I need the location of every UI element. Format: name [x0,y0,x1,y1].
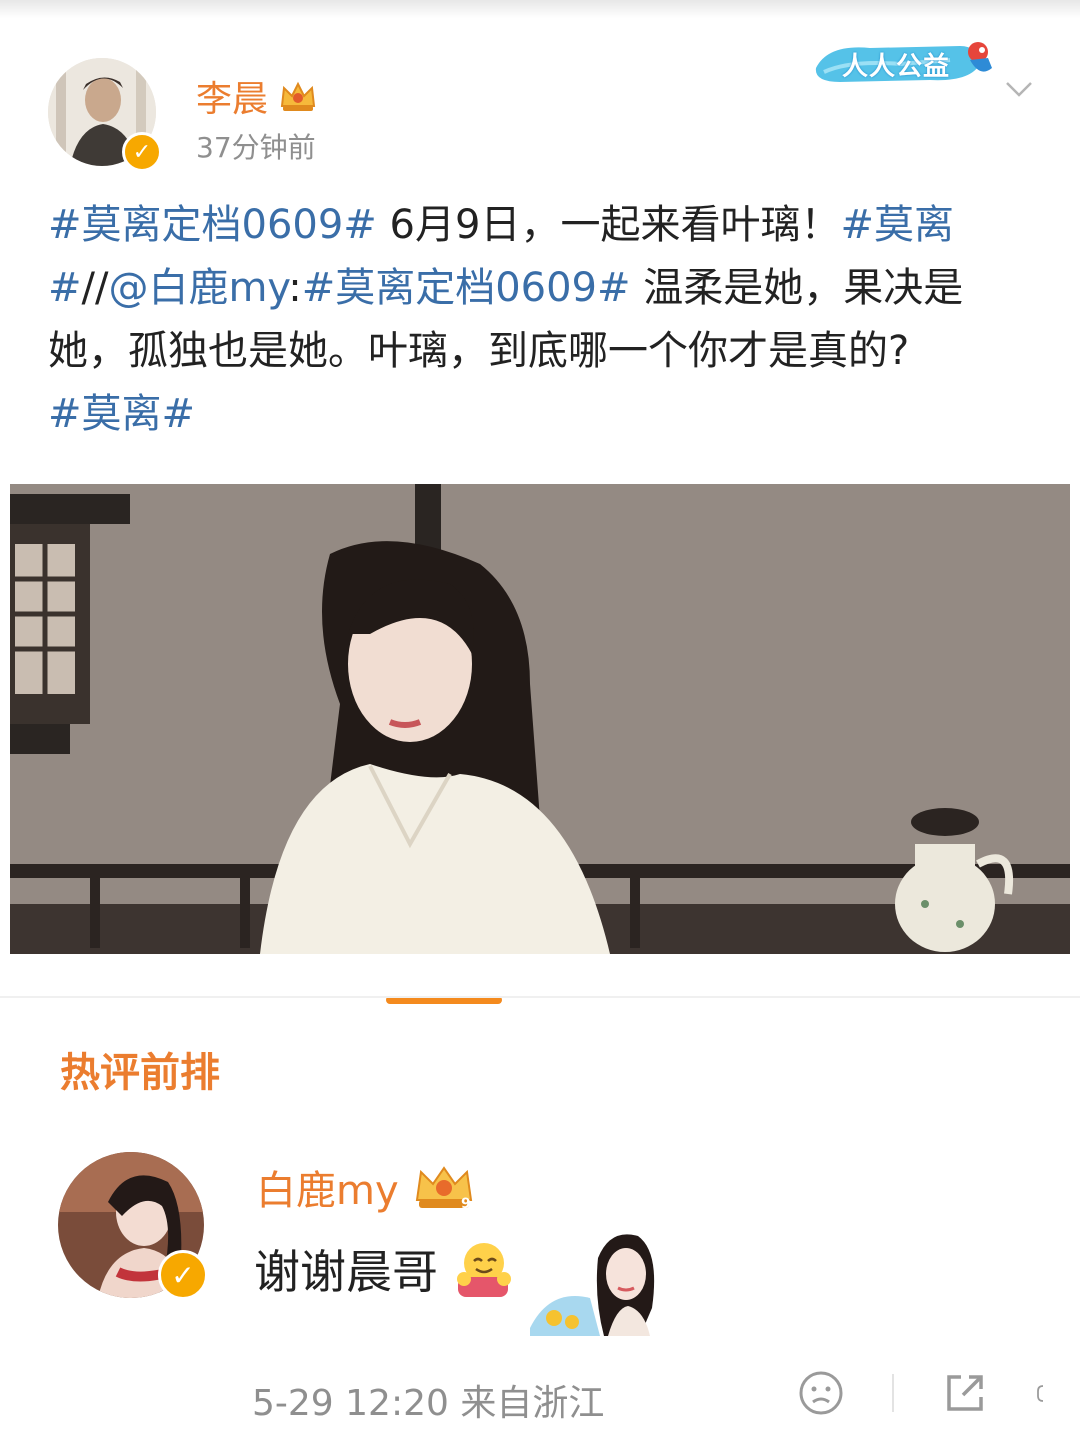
post-time: 37分钟前 [196,131,316,164]
share-button[interactable] [940,1368,990,1418]
comment-icon [1037,1385,1044,1402]
charity-badge-label: 人人公益 [842,52,951,82]
action-separator [892,1374,894,1412]
author-name[interactable]: 李晨 [196,70,268,122]
top-shadow [0,0,1080,18]
vip-level: 9 [461,1196,471,1212]
reply-button[interactable] [796,1368,846,1418]
mention-colon: : [288,265,302,311]
verified-badge-icon: ✓ [158,1250,208,1300]
comment-meta: 5-29 12:20 来自浙江 [252,1374,604,1426]
post-image-drawing [10,484,1070,954]
comment-button[interactable] [1036,1368,1060,1418]
emoji-face-icon [799,1371,843,1415]
post-content: #莫离定档0609# 6月9日，一起来看叶璃！#莫离#//@白鹿my:#莫离定档… [48,194,1038,446]
post-image[interactable] [10,484,1070,954]
comment-actions [796,1368,1060,1418]
weibo-post: ✓ 李晨 37分钟前 人人公益 #莫离定档0609# 6月9日，一起来看叶璃！#… [0,18,1080,1004]
section-divider [0,996,1080,998]
user-mention[interactable]: @白鹿my [108,265,288,311]
comment-date: 5-29 12:20 [252,1383,449,1424]
comment-text-row: 谢谢晨哥 [254,1236,514,1302]
comment-text: 谢谢晨哥 [254,1245,438,1299]
vip-crown-icon: 9 [415,1166,472,1212]
post-text: 6月9日，一起来看叶璃！ [376,202,841,248]
comment-location: 来自浙江 [460,1383,605,1424]
topic-tag[interactable]: #莫离定档0609# [302,265,631,311]
topic-tag[interactable]: #莫离# [48,391,195,437]
charity-badge[interactable]: 人人公益 [810,38,1000,88]
hot-comments-title: 热评前排 [60,1050,220,1096]
repost-separator: // [81,265,109,311]
topic-tag[interactable]: #莫离定档0609# [48,202,377,248]
fan-sticker-icon [520,1218,680,1336]
author-name-row: 李晨 [196,70,318,122]
chevron-down-icon[interactable] [1004,74,1034,104]
comment-author-name[interactable]: 白鹿my [256,1158,399,1216]
hug-emoji-icon [457,1243,511,1297]
commenter-avatar[interactable]: ✓ [58,1152,208,1302]
crown-icon [280,81,316,111]
author-avatar[interactable]: ✓ [48,58,162,172]
share-icon [947,1375,983,1411]
verified-badge-icon: ✓ [122,132,162,172]
comment-author-row: 白鹿my 9 [256,1158,475,1216]
